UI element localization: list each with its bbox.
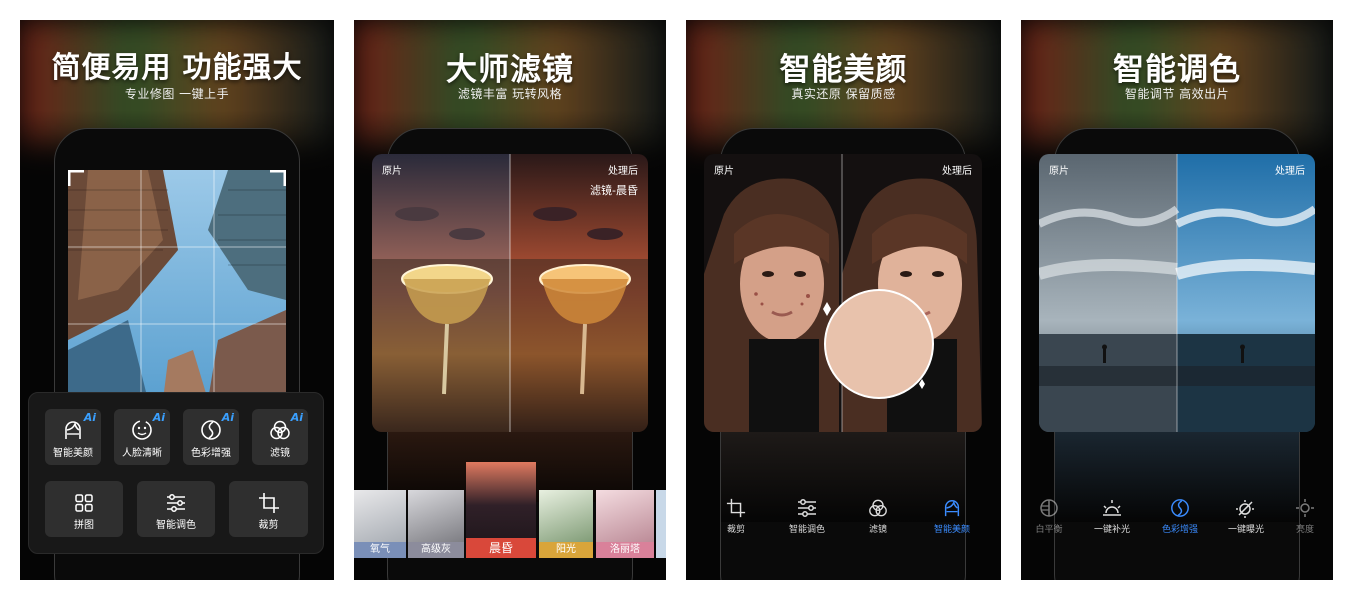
before-label: 原片 [382, 166, 402, 177]
toolbar-filter[interactable]: 滤镜 [856, 498, 900, 535]
panel-headline: 大师滤镜 [446, 52, 574, 88]
toolbar-auto-exposure[interactable]: 一键曝光 [1221, 498, 1271, 535]
skyscraper-image [68, 170, 286, 400]
tool-label: 智能调色 [156, 520, 196, 531]
white-balance-icon [1040, 499, 1058, 517]
after-label: 处理后 [942, 166, 972, 177]
tool-label: 裁剪 [258, 520, 279, 531]
tool-collage[interactable]: 拼图 [45, 481, 123, 537]
panel-headline: 简便易用 功能强大 [51, 50, 303, 84]
color-icon [1171, 499, 1189, 517]
toolbar-label: 智能调色 [788, 525, 825, 535]
filter-thumb-label: 氧气 [354, 542, 406, 558]
sunrise-icon [1103, 500, 1121, 516]
face-icon [944, 500, 960, 517]
tool-color-enhance[interactable]: Ai 色彩增强 [183, 409, 239, 465]
panel-headline: 智能美颜 [779, 52, 908, 88]
panel-subtitle: 智能调节 高效出片 [1124, 87, 1230, 101]
before-after-photo: 原片 处理后 [1039, 154, 1315, 432]
promo-panel-smart-color: 智能调色 智能调节 高效出片 原片 处理后 白平衡 一键补光 色彩增强 一键曝光… [1021, 20, 1333, 580]
toolbar-label: 亮度 [1295, 525, 1314, 535]
panel-subtitle: 滤镜丰富 玩转风格 [457, 87, 563, 101]
crop-icon [726, 498, 746, 518]
toolbar-color-enhance[interactable]: 色彩增强 [1155, 498, 1205, 535]
promo-panel-master-filter: 大师滤镜 滤镜丰富 玩转风格 原片 处理后 滤镜-晨昏 氧气 高级灰 晨昏 阳光… [354, 20, 666, 580]
color-icon [201, 420, 221, 440]
filter-thumb-label: 阳光 [539, 542, 593, 558]
toolbar-label: 色彩增强 [1161, 525, 1198, 535]
filter-thumb-oxygen[interactable]: 氧气 [354, 490, 406, 558]
toolbar-crop[interactable]: 裁剪 [714, 498, 758, 535]
face-clear-icon [132, 420, 152, 440]
brightness-icon [1296, 499, 1314, 517]
tool-label: 滤镜 [270, 448, 290, 459]
tool-label: 拼图 [74, 520, 94, 531]
tool-face-clear[interactable]: Ai 人脸清晰 [114, 409, 170, 465]
filter-icon [270, 420, 290, 440]
filter-name-label: 滤镜-晨昏 [590, 184, 638, 197]
toolbar-label: 智能美颜 [933, 525, 970, 535]
crop-photo [68, 170, 286, 400]
promo-panel-easy-use: 简便易用 功能强大 专业修图 一键上手 Ai 智能美颜 Ai 人脸清晰 Ai 色… [20, 20, 334, 580]
tool-filter[interactable]: Ai 滤镜 [252, 409, 308, 465]
ai-badge: Ai [290, 411, 303, 424]
tool-crop[interactable]: 裁剪 [229, 481, 308, 537]
promo-panel-smart-beauty: 智能美颜 真实还原 保留质感 原片 处理后 裁剪 智能调色 滤镜 智能美颜 [686, 20, 1001, 580]
toolbar-fill-light[interactable]: 一键补光 [1087, 498, 1137, 535]
panel-subtitle: 真实还原 保留质感 [791, 87, 896, 101]
toolbar-label: 一键补光 [1093, 525, 1130, 535]
ai-badge: Ai [221, 411, 234, 424]
tool-label: 智能美颜 [53, 448, 93, 459]
panel-subtitle: 专业修图 一键上手 [124, 87, 230, 101]
after-label: 处理后 [1275, 166, 1305, 177]
panel-headline: 智能调色 [1113, 52, 1241, 88]
tool-smart-beauty[interactable]: Ai 智能美颜 [45, 409, 101, 465]
toolbar-smart-tone[interactable]: 智能调色 [782, 498, 832, 535]
seascape-image [1039, 154, 1315, 432]
sliders-icon [798, 499, 816, 517]
exposure-icon [1236, 500, 1254, 518]
before-after-photo: 原片 处理后 滤镜-晨昏 [372, 154, 648, 432]
filter-icon [869, 499, 887, 517]
filter-thumb-gray[interactable]: 高级灰 [408, 490, 464, 558]
filter-thumb-dusk[interactable]: 晨昏 [466, 462, 536, 558]
ai-badge: Ai [152, 411, 165, 424]
tool-label: 色彩增强 [191, 448, 231, 459]
filter-thumb-sunshine[interactable]: 阳光 [539, 490, 593, 558]
toolbar-brightness[interactable]: 亮度 [1289, 498, 1321, 535]
portrait-image [704, 154, 982, 432]
face-icon [65, 421, 81, 439]
filter-thumb-lolita[interactable]: 洛丽塔 [596, 490, 654, 558]
sliders-icon [167, 494, 185, 512]
toolbar-label: 滤镜 [868, 525, 887, 535]
before-after-photo: 原片 处理后 [704, 154, 982, 432]
crop-icon [258, 493, 279, 513]
toolbar-white-balance[interactable]: 白平衡 [1031, 498, 1067, 535]
filter-thumb-label: 晨昏 [466, 538, 536, 558]
toolbar-label: 一键曝光 [1227, 525, 1264, 535]
after-label: 处理后 [608, 166, 638, 177]
before-label: 原片 [714, 166, 734, 177]
toolbar-smart-beauty[interactable]: 智能美颜 [924, 498, 980, 535]
toolbar-label: 裁剪 [726, 525, 745, 535]
toolbar-label: 白平衡 [1035, 525, 1063, 535]
ai-badge: Ai [83, 411, 96, 424]
tool-smart-tone[interactable]: 智能调色 [137, 481, 215, 537]
before-label: 原片 [1049, 166, 1069, 177]
filter-thumb-partial[interactable] [656, 490, 666, 558]
filter-thumb-label: 高级灰 [408, 542, 464, 558]
tool-label: 人脸清晰 [122, 448, 162, 459]
grid-icon [75, 494, 93, 512]
filter-thumb-label: 洛丽塔 [596, 542, 654, 558]
